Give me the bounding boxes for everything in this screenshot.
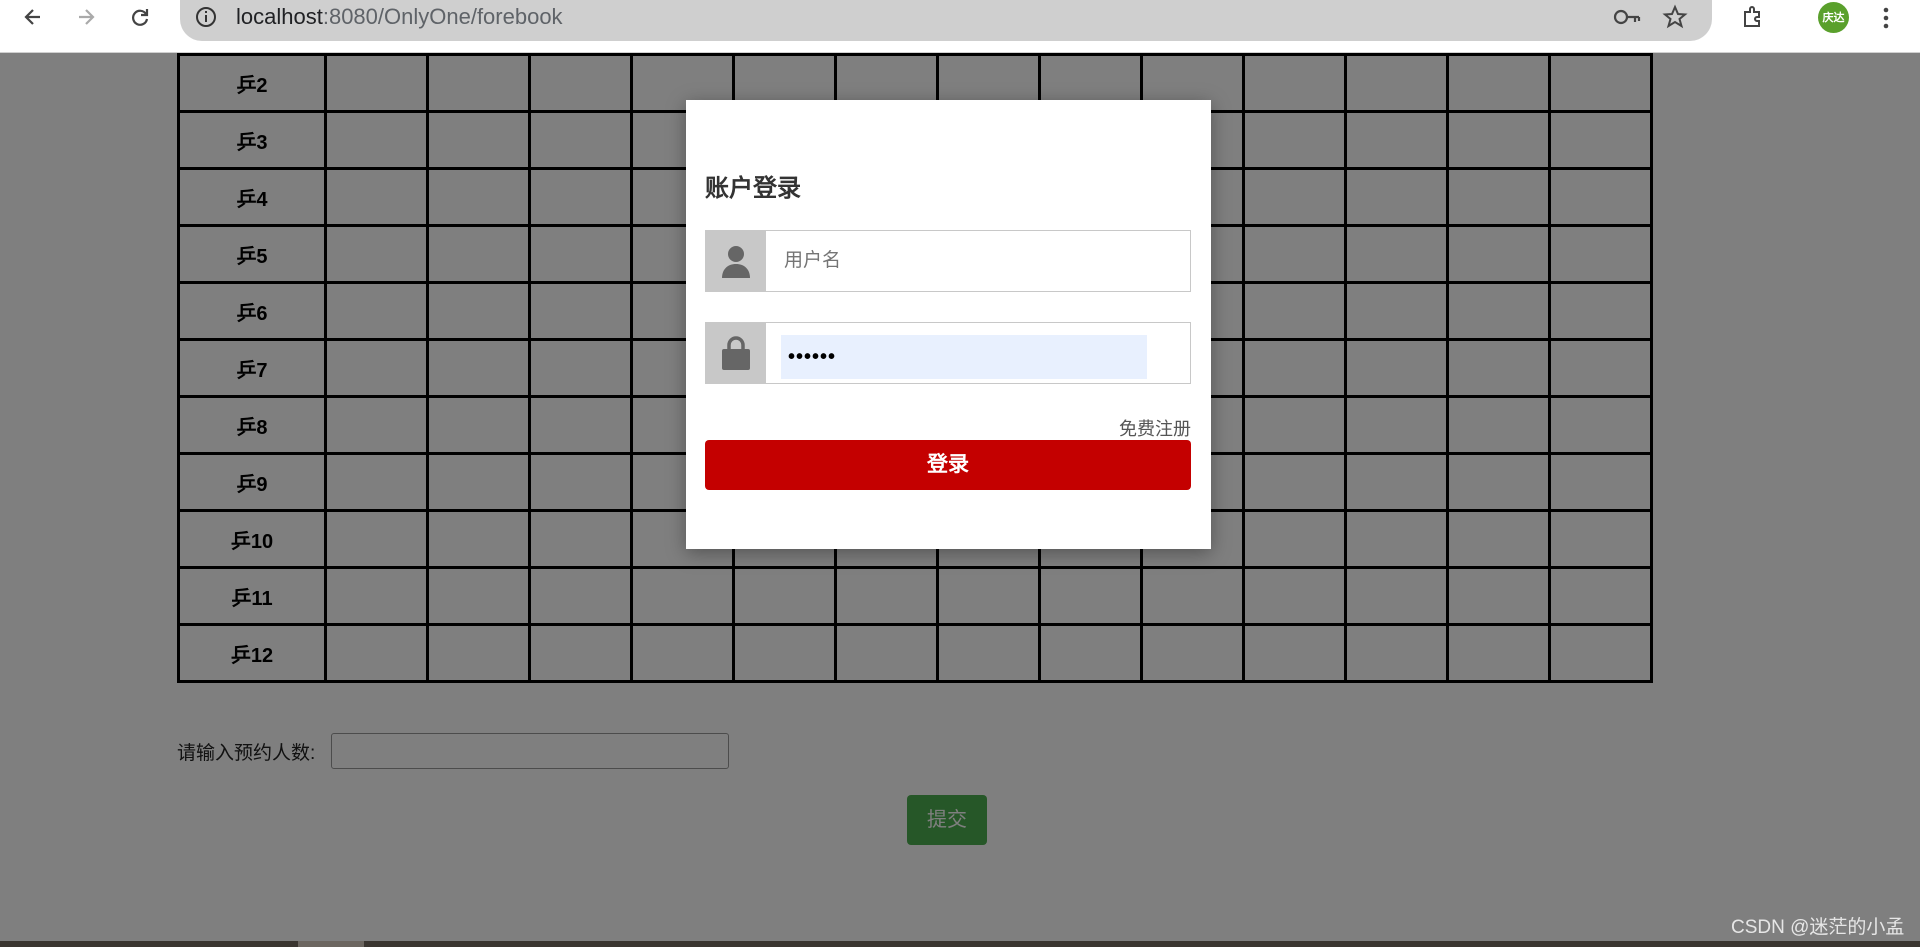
browser-toolbar: localhost:8080/OnlyOne/forebook 庆达 xyxy=(0,0,1920,53)
url-text: localhost:8080/OnlyOne/forebook xyxy=(236,4,563,30)
address-bar[interactable]: localhost:8080/OnlyOne/forebook xyxy=(180,0,1712,41)
scrollbar-thumb[interactable] xyxy=(298,941,364,947)
reload-icon[interactable] xyxy=(120,0,160,33)
url-host: localhost xyxy=(236,4,323,29)
modal-title: 账户登录 xyxy=(705,175,801,202)
star-icon[interactable] xyxy=(1662,4,1688,35)
watermark: CSDN @迷茫的小孟 xyxy=(1731,917,1905,938)
extensions-icon[interactable] xyxy=(1740,4,1766,35)
login-modal: 账户登录 用户名 •••••• 免费注册 登录 xyxy=(686,100,1211,549)
password-value: •••••• xyxy=(788,346,837,368)
key-icon[interactable] xyxy=(1613,6,1641,33)
lock-icon xyxy=(706,323,766,383)
menu-icon[interactable] xyxy=(1880,5,1892,36)
username-field[interactable]: 用户名 xyxy=(705,230,1191,292)
avatar[interactable]: 庆达 xyxy=(1818,2,1849,33)
forward-icon[interactable] xyxy=(66,0,106,33)
user-icon xyxy=(706,231,766,291)
register-link[interactable]: 免费注册 xyxy=(1119,415,1191,441)
bottom-scrollbar[interactable] xyxy=(0,941,1920,947)
back-icon[interactable] xyxy=(13,0,53,33)
login-button[interactable]: 登录 xyxy=(705,440,1191,490)
username-placeholder: 用户名 xyxy=(784,250,842,271)
site-info-icon[interactable] xyxy=(194,5,218,34)
url-path: :8080/OnlyOne/forebook xyxy=(322,4,563,29)
password-field[interactable]: •••••• xyxy=(705,322,1191,384)
